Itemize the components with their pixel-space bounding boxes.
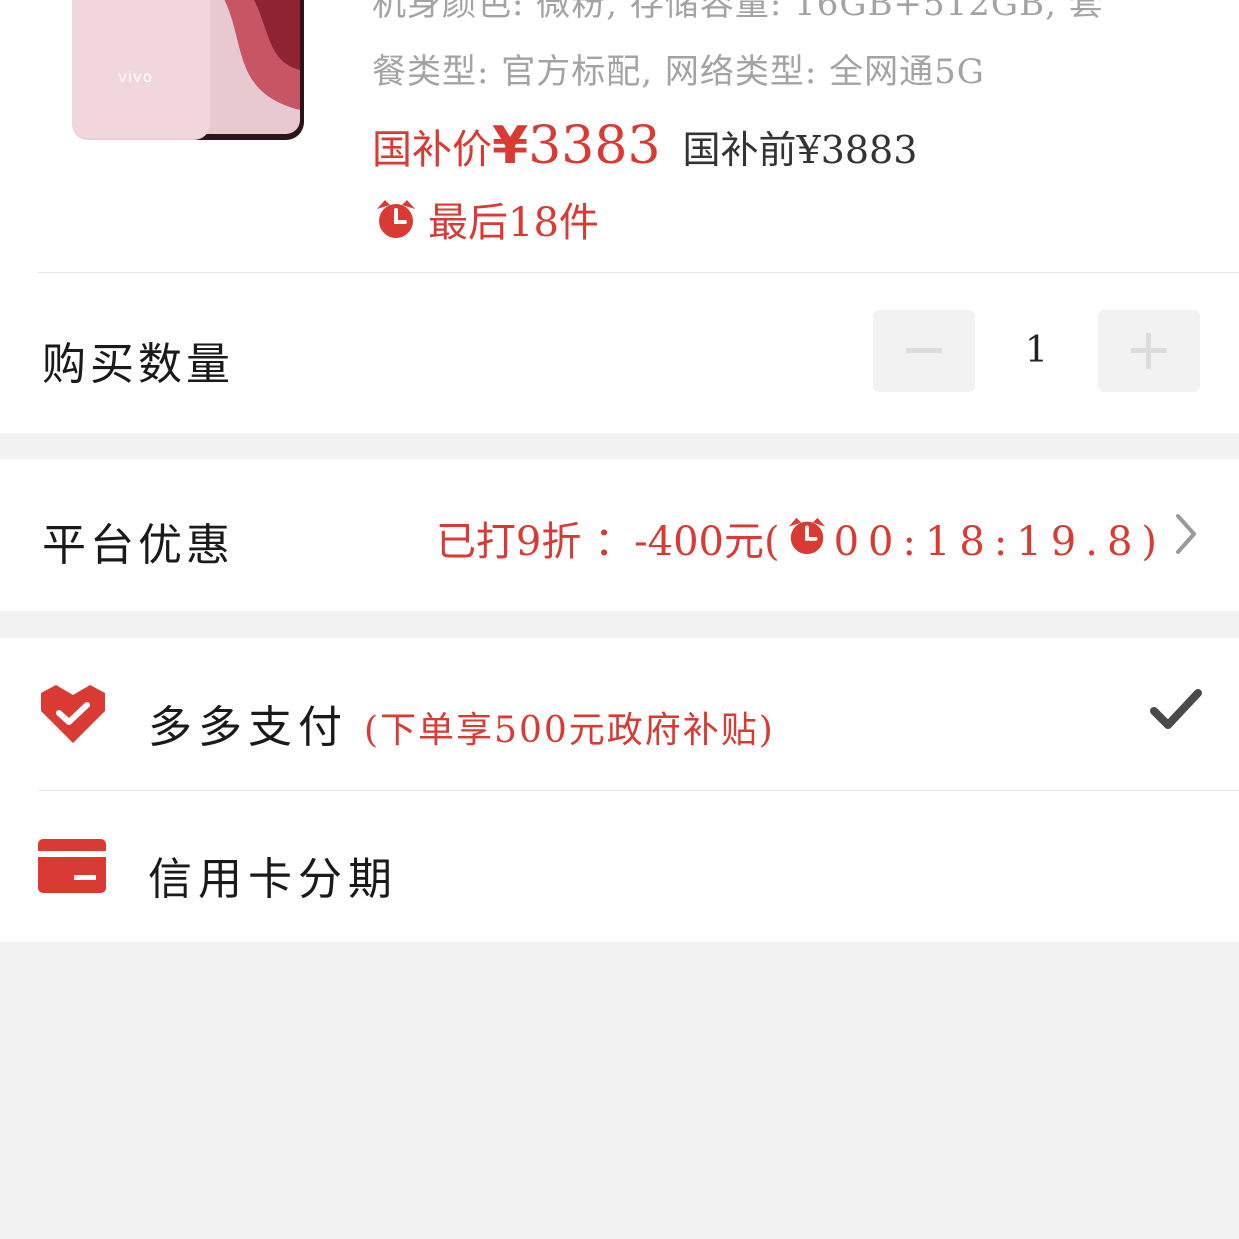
plus-icon: [1131, 333, 1167, 369]
quantity-label: 购买数量: [42, 339, 234, 390]
payment-methods: 多多支付 (下单享500元政府补贴) 信用卡分期: [0, 638, 1239, 942]
countdown-timer: 00:18:19.8: [833, 519, 1142, 565]
discount-prefix: 已打9折 ：-400元(: [435, 519, 780, 565]
quantity-value[interactable]: 1: [975, 330, 1098, 371]
divider: [38, 272, 1239, 273]
stock-remaining: 最后18件: [428, 200, 599, 246]
payment-name: 信用卡分期: [148, 854, 398, 905]
spec-line-2: 餐类型: 官方标配, 网络类型: 全网通5G: [372, 52, 985, 92]
payment-name: 多多支付: [148, 702, 348, 753]
quantity-increase-button[interactable]: [1098, 310, 1200, 392]
alarm-clock-icon: [377, 200, 415, 238]
payment-subsidy-note: (下单享500元政府补贴): [364, 710, 775, 751]
original-price: 国补前¥3883: [682, 128, 918, 172]
price-row: 国补价¥3383 国补前¥3883: [372, 116, 917, 176]
price-value: 3383: [528, 116, 661, 176]
alarm-clock-icon: [788, 517, 825, 555]
credit-card-icon: [38, 839, 106, 893]
spec-line-1: 机身颜色: 微粉, 存储容量: 16GB+512GB, 套: [372, 0, 1104, 24]
payment-option-label: 多多支付 (下单享500元政府补贴): [148, 691, 775, 755]
stock-row: 最后18件: [374, 190, 599, 248]
price-label: 国补价: [372, 127, 492, 173]
check-icon: [1150, 689, 1202, 729]
discount-detail: 已打9折 ：-400元( 00:18:19.8): [436, 509, 1157, 567]
chevron-right-icon[interactable]: [1172, 512, 1200, 556]
product-summary: vivo 机身颜色: 微粉, 存储容量: 16GB+512GB, 套 餐类型: …: [0, 0, 1239, 433]
discount-label: 平台优惠: [42, 520, 234, 571]
discount-suffix: ): [1141, 519, 1157, 565]
product-image: vivo: [72, 0, 304, 140]
currency-symbol: ¥: [492, 116, 529, 176]
current-price: ¥3383: [492, 116, 661, 176]
platform-discount-row[interactable]: 平台优惠 已打9折 ：-400元( 00:18:19.8): [0, 459, 1239, 611]
quantity-decrease-button[interactable]: [873, 310, 975, 392]
minus-icon: [906, 348, 942, 353]
divider: [38, 790, 1239, 791]
heart-check-icon: [41, 685, 105, 743]
brand-logo: vivo: [118, 68, 153, 86]
